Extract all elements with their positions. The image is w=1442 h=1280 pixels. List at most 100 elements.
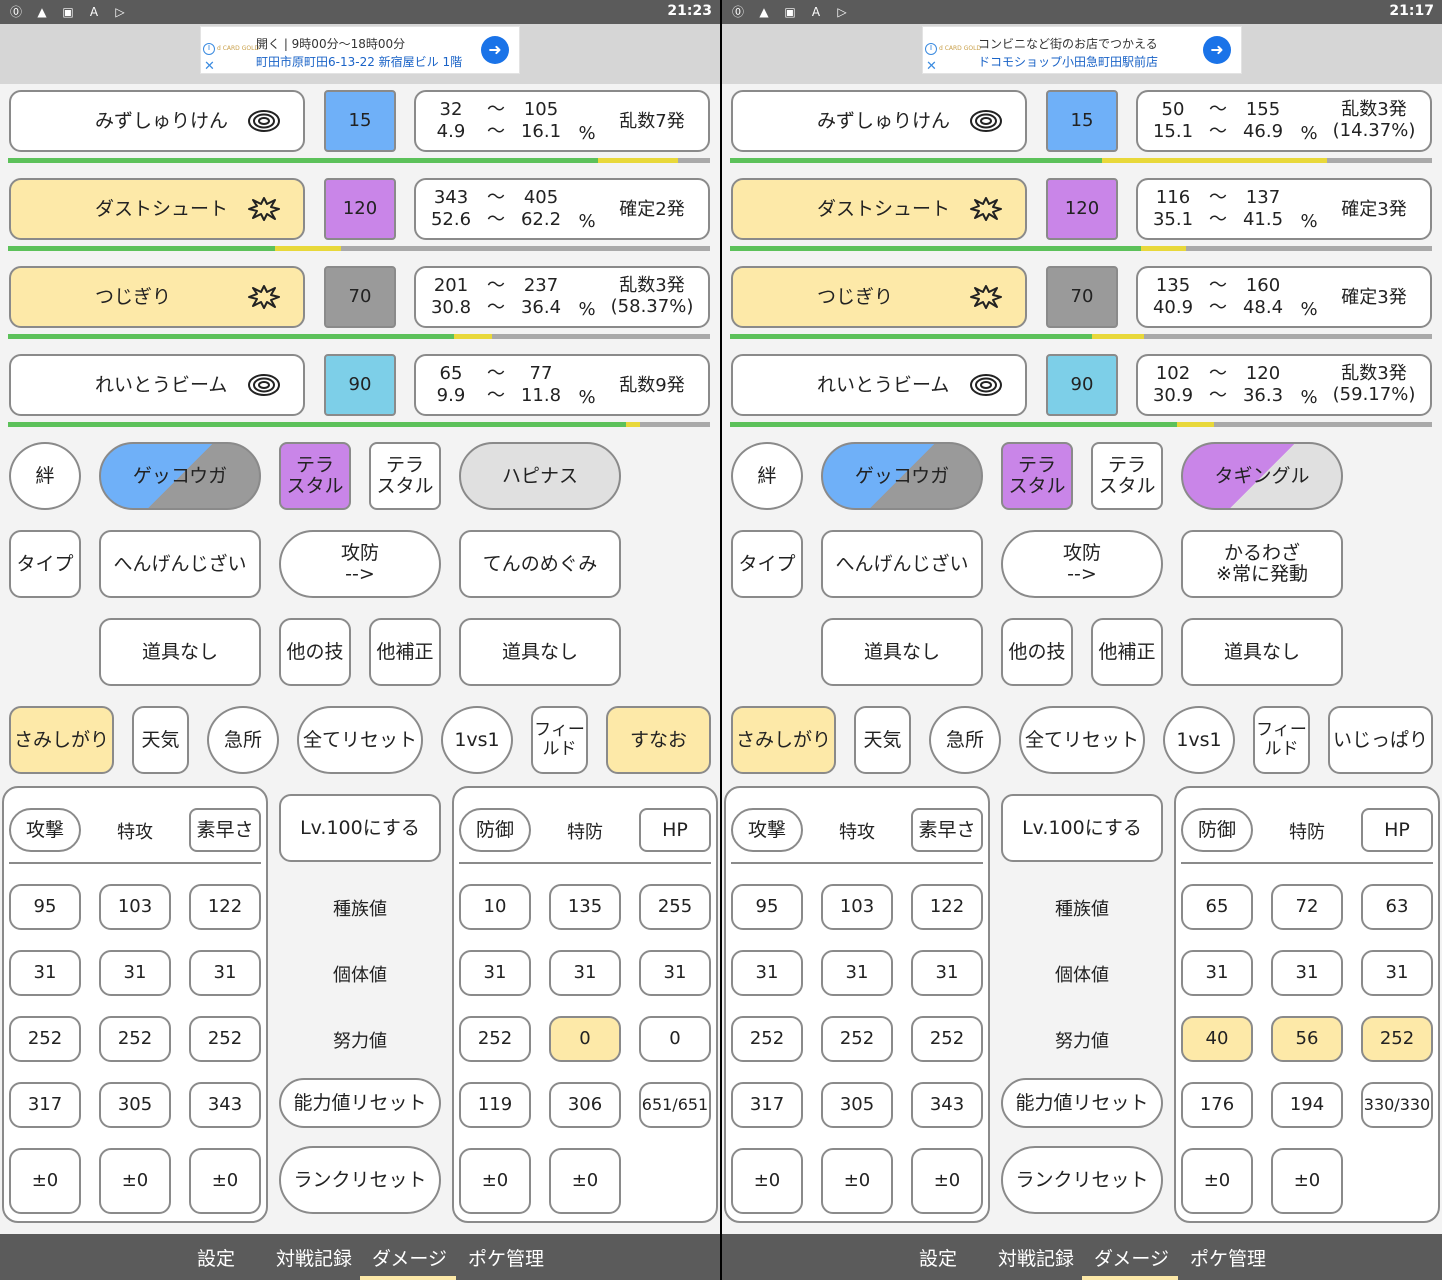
tab-defense[interactable]: 防御 — [1181, 808, 1253, 852]
defender-stat-value-field[interactable]: 306 — [549, 1082, 621, 1128]
terastal-defender-button[interactable]: テラ スタル — [1091, 442, 1163, 510]
weather-button[interactable]: 天気 — [132, 706, 189, 774]
weather-button[interactable]: 天気 — [854, 706, 911, 774]
move-power-button[interactable]: 120 — [1046, 178, 1118, 240]
defender-stat-value-field[interactable]: 330/330 — [1361, 1082, 1433, 1128]
info-icon[interactable]: i — [925, 43, 937, 55]
tab-speed[interactable]: 素早さ — [911, 808, 983, 852]
move-power-button[interactable]: 70 — [324, 266, 396, 328]
attacker-base-stat-field[interactable]: 122 — [189, 884, 261, 930]
move-name-button[interactable]: れいとうビーム — [9, 354, 305, 416]
attacker-iv-field[interactable]: 31 — [731, 950, 803, 996]
tab-attack[interactable]: 攻撃 — [731, 808, 803, 852]
defender-ability-button[interactable]: てんのめぐみ — [459, 530, 621, 598]
defender-base-stat-field[interactable]: 63 — [1361, 884, 1433, 930]
move-power-button[interactable]: 15 — [1046, 90, 1118, 152]
type-button[interactable]: タイプ — [9, 530, 81, 598]
defender-ev-field[interactable]: 252 — [459, 1016, 531, 1062]
terastal-attacker-button[interactable]: テラ スタル — [1001, 442, 1073, 510]
ad-line-2[interactable]: 町田市原町田6-13-22 新宿屋ビル 1階 — [256, 53, 462, 70]
attacker-item-button[interactable]: 道具なし — [821, 618, 983, 686]
attacker-ev-field[interactable]: 252 — [731, 1016, 803, 1062]
kizuna-button[interactable]: 絆 — [731, 442, 803, 510]
attacker-base-stat-field[interactable]: 95 — [731, 884, 803, 930]
tab-special-defense[interactable]: 特防 — [1271, 818, 1343, 844]
attacker-base-stat-field[interactable]: 95 — [9, 884, 81, 930]
attacker-iv-field[interactable]: 31 — [189, 950, 261, 996]
attacker-nature-button[interactable]: さみしがり — [9, 706, 114, 774]
attacker-iv-field[interactable]: 31 — [821, 950, 893, 996]
level-100-button[interactable]: Lv.100にする — [279, 794, 441, 862]
defender-base-stat-field[interactable]: 10 — [459, 884, 531, 930]
nav-battle-log[interactable]: 対戦記録 — [276, 1244, 352, 1271]
ad-box[interactable]: i ✕ d CARD GOLD コンビニなど街のお店でつかえる ドコモショップ小田急町田… — [922, 26, 1242, 74]
defender-ev-field[interactable]: 0 — [639, 1016, 711, 1062]
defender-nature-button[interactable]: すなお — [606, 706, 711, 774]
move-name-button[interactable]: れいとうビーム — [731, 354, 1027, 416]
attacker-base-stat-field[interactable]: 122 — [911, 884, 983, 930]
defender-pokemon-button[interactable]: タギングル — [1181, 442, 1343, 510]
other-modifier-button[interactable]: 他補正 — [1091, 618, 1163, 686]
attacker-base-stat-field[interactable]: 103 — [821, 884, 893, 930]
attacker-ev-field[interactable]: 252 — [189, 1016, 261, 1062]
attacker-ev-field[interactable]: 252 — [821, 1016, 893, 1062]
nav-settings[interactable]: 設定 — [919, 1244, 957, 1271]
nav-battle-log[interactable]: 対戦記録 — [998, 1244, 1074, 1271]
move-power-button[interactable]: 90 — [1046, 354, 1118, 416]
move-name-button[interactable]: みずしゅりけん — [9, 90, 305, 152]
move-power-button[interactable]: 15 — [324, 90, 396, 152]
close-icon[interactable]: ✕ — [926, 59, 937, 74]
swap-sides-button[interactable]: 攻防 --> — [279, 530, 441, 598]
nav-settings[interactable]: 設定 — [197, 1244, 235, 1271]
attacker-pokemon-button[interactable]: ゲッコウガ — [821, 442, 983, 510]
defender-stat-value-field[interactable]: 176 — [1181, 1082, 1253, 1128]
move-name-button[interactable]: つじぎり — [731, 266, 1027, 328]
field-button[interactable]: フィー ルド — [1253, 706, 1310, 774]
field-button[interactable]: フィー ルド — [531, 706, 588, 774]
defender-rank-field[interactable]: ±0 — [549, 1148, 621, 1214]
attacker-ev-field[interactable]: 252 — [911, 1016, 983, 1062]
attacker-iv-field[interactable]: 31 — [99, 950, 171, 996]
level-100-button[interactable]: Lv.100にする — [1001, 794, 1163, 862]
nav-poke-manage[interactable]: ポケ管理 — [468, 1244, 544, 1271]
defender-stat-value-field[interactable]: 194 — [1271, 1082, 1343, 1128]
attacker-stat-value-field[interactable]: 317 — [731, 1082, 803, 1128]
tab-defense[interactable]: 防御 — [459, 808, 531, 852]
defender-item-button[interactable]: 道具なし — [459, 618, 621, 686]
defender-base-stat-field[interactable]: 255 — [639, 884, 711, 930]
defender-iv-field[interactable]: 31 — [639, 950, 711, 996]
tab-special-attack[interactable]: 特攻 — [821, 818, 893, 844]
defender-iv-field[interactable]: 31 — [1361, 950, 1433, 996]
move-name-button[interactable]: ダストシュート — [731, 178, 1027, 240]
attacker-nature-button[interactable]: さみしがり — [731, 706, 836, 774]
move-power-button[interactable]: 120 — [324, 178, 396, 240]
defender-item-button[interactable]: 道具なし — [1181, 618, 1343, 686]
attacker-stat-value-field[interactable]: 343 — [911, 1082, 983, 1128]
nav-damage[interactable]: ダメージ — [372, 1244, 447, 1271]
defender-base-stat-field[interactable]: 65 — [1181, 884, 1253, 930]
rank-reset-button[interactable]: ランクリセット — [279, 1146, 441, 1214]
tab-attack[interactable]: 攻撃 — [9, 808, 81, 852]
defender-base-stat-field[interactable]: 135 — [549, 884, 621, 930]
tab-hp[interactable]: HP — [639, 808, 711, 852]
defender-ev-field[interactable]: 56 — [1271, 1016, 1343, 1062]
stat-reset-button[interactable]: 能力値リセット — [279, 1078, 441, 1128]
attacker-item-button[interactable]: 道具なし — [99, 618, 261, 686]
attacker-ability-button[interactable]: へんげんじざい — [821, 530, 983, 598]
attacker-pokemon-button[interactable]: ゲッコウガ — [99, 442, 261, 510]
reset-all-button[interactable]: 全てリセット — [1019, 706, 1145, 774]
attacker-rank-field[interactable]: ±0 — [821, 1148, 893, 1214]
tab-special-attack[interactable]: 特攻 — [99, 818, 171, 844]
type-button[interactable]: タイプ — [731, 530, 803, 598]
defender-iv-field[interactable]: 31 — [1181, 950, 1253, 996]
defender-ev-field[interactable]: 252 — [1361, 1016, 1433, 1062]
defender-rank-field[interactable]: ±0 — [459, 1148, 531, 1214]
swap-sides-button[interactable]: 攻防 --> — [1001, 530, 1163, 598]
rank-reset-button[interactable]: ランクリセット — [1001, 1146, 1163, 1214]
defender-base-stat-field[interactable]: 72 — [1271, 884, 1343, 930]
attacker-stat-value-field[interactable]: 305 — [99, 1082, 171, 1128]
info-icon[interactable]: i — [203, 43, 215, 55]
attacker-ability-button[interactable]: へんげんじざい — [99, 530, 261, 598]
kizuna-button[interactable]: 絆 — [9, 442, 81, 510]
terastal-attacker-button[interactable]: テラ スタル — [279, 442, 351, 510]
